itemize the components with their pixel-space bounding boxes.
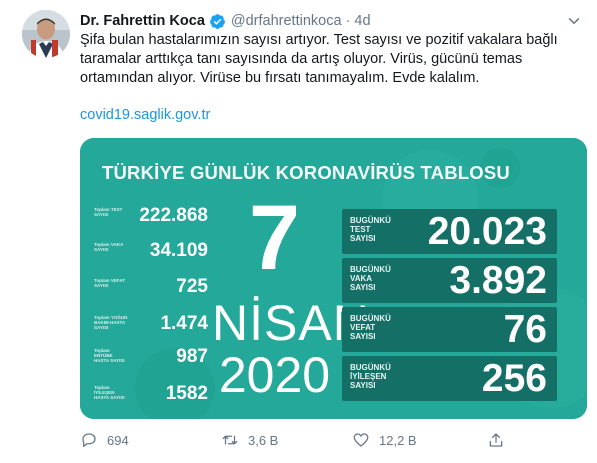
today-stat-box: BUGÜNKÜ İYİLEŞEN SAYISI 256 bbox=[342, 356, 557, 401]
avatar[interactable] bbox=[22, 10, 70, 58]
verified-badge-icon bbox=[209, 13, 225, 29]
stat-label: Toplam ENTÜBE HASTA SAYISI bbox=[94, 348, 125, 363]
box-label: BUGÜNKÜ VAKA SAYISI bbox=[350, 265, 391, 292]
box-label: BUGÜNKÜ TEST SAYISI bbox=[350, 216, 391, 243]
retweet-icon bbox=[222, 435, 238, 445]
card-title: TÜRKİYE GÜNLÜK KORONAVİRÜS TABLOSU bbox=[102, 162, 510, 183]
stat-value: 222.868 bbox=[139, 205, 208, 226]
tweet-timestamp[interactable]: 4d bbox=[354, 13, 370, 29]
tweet-image-card[interactable]: TÜRKİYE GÜNLÜK KORONAVİRÜS TABLOSU Topla… bbox=[80, 138, 587, 419]
stat-label: Toplam VEFAT SAYISI bbox=[94, 278, 126, 288]
today-stat-box: BUGÜNKÜ VAKA SAYISI 3.892 bbox=[342, 258, 557, 303]
stat-value: 34.109 bbox=[149, 240, 208, 261]
heart-icon bbox=[353, 433, 369, 447]
author-handle[interactable]: @drfahrettinkoca bbox=[231, 13, 342, 29]
today-stat-box: BUGÜNKÜ TEST SAYISI 20.023 bbox=[342, 209, 557, 254]
reply-icon bbox=[82, 433, 96, 448]
box-label: BUGÜNKÜ İYİLEŞEN SAYISI bbox=[350, 363, 391, 390]
stat-label: Toplam İYİLEŞEN HASTA SAYISI bbox=[94, 385, 125, 400]
chevron-down-icon[interactable] bbox=[565, 12, 583, 30]
stat-label: Toplam YOĞUN BAKIM HASTA SAYISI bbox=[94, 315, 128, 330]
like-button[interactable]: 12,2 B bbox=[352, 430, 417, 450]
total-stat-row: Toplam İYİLEŞEN HASTA SAYISI 1582 bbox=[94, 383, 208, 404]
tweet-link[interactable]: covid19.saglik.gov.tr bbox=[80, 107, 210, 123]
date-day: 7 bbox=[248, 187, 301, 289]
box-label: BUGÜNKÜ VEFAT SAYISI bbox=[350, 314, 391, 341]
total-stat-row: Toplam VAKA SAYISI 34.109 bbox=[94, 240, 208, 261]
total-stat-row: Toplam YOĞUN BAKIM HASTA SAYISI 1.474 bbox=[94, 313, 208, 334]
box-value: 3.892 bbox=[449, 259, 547, 302]
total-stat-row: Toplam TEST SAYISI 222.868 bbox=[94, 205, 208, 226]
separator-dot: · bbox=[345, 13, 351, 29]
reply-button[interactable]: 694 bbox=[80, 430, 129, 450]
stat-value: 1582 bbox=[165, 383, 208, 404]
total-stat-row: Toplam VEFAT SAYISI 725 bbox=[94, 276, 208, 297]
date-month: NİSAN bbox=[212, 295, 370, 351]
retweet-button[interactable]: 3,6 B bbox=[221, 430, 278, 450]
tweet[interactable]: Dr. Fahrettin Koca @drfahrettinkoca · 4d… bbox=[0, 0, 597, 463]
total-stat-row: Toplam ENTÜBE HASTA SAYISI 987 bbox=[94, 346, 208, 367]
tweet-actions: 694 3,6 B 12,2 B bbox=[80, 430, 530, 450]
like-count: 12,2 B bbox=[379, 432, 417, 448]
reply-count: 694 bbox=[107, 432, 129, 448]
stat-value: 1.474 bbox=[160, 313, 208, 334]
retweet-count: 3,6 B bbox=[248, 432, 279, 448]
stat-label: Toplam VAKA SAYISI bbox=[94, 242, 124, 252]
share-icon bbox=[489, 433, 503, 447]
author-name[interactable]: Dr. Fahrettin Koca bbox=[80, 13, 205, 29]
box-value: 76 bbox=[503, 308, 547, 351]
date-year: 2020 bbox=[218, 347, 331, 403]
tweet-text: Şifa bulan hastalarımızın sayısı artıyor… bbox=[80, 32, 558, 86]
avatar-image bbox=[22, 10, 70, 58]
stat-label: Toplam TEST SAYISI bbox=[94, 207, 123, 217]
tweet-header: Dr. Fahrettin Koca @drfahrettinkoca · 4d bbox=[80, 11, 371, 31]
stat-value: 725 bbox=[176, 276, 208, 297]
box-value: 256 bbox=[481, 357, 547, 400]
share-button[interactable] bbox=[487, 430, 505, 450]
today-stat-box: BUGÜNKÜ VEFAT SAYISI 76 bbox=[342, 307, 557, 352]
box-value: 20.023 bbox=[427, 210, 547, 253]
stat-value: 987 bbox=[176, 346, 208, 367]
